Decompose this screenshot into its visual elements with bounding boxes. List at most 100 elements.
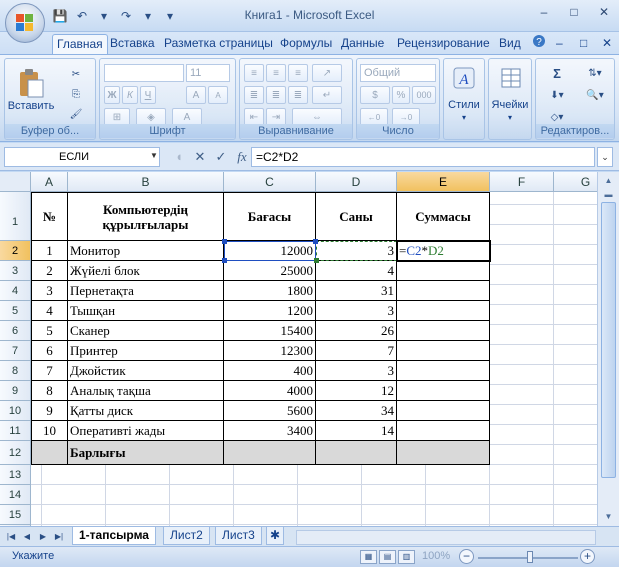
- name-box-dropdown-icon[interactable]: ▼: [150, 151, 158, 160]
- horizontal-scrollbar[interactable]: [296, 530, 596, 545]
- column-header-c[interactable]: C: [224, 172, 316, 192]
- shrink-font-button[interactable]: A: [208, 86, 228, 104]
- sort-filter-icon[interactable]: ⇅▾: [578, 64, 612, 82]
- fill-icon[interactable]: ⬇▾: [540, 86, 574, 104]
- cell-number[interactable]: 4: [31, 301, 68, 321]
- sheet-tab-3[interactable]: Лист3: [215, 527, 262, 545]
- cell-device[interactable]: Аналық тақша: [68, 381, 224, 401]
- row-header-6[interactable]: 6: [0, 321, 31, 341]
- zoom-out-icon[interactable]: −: [459, 549, 474, 564]
- row-header-10[interactable]: 10: [0, 401, 31, 421]
- ribbon-restore-icon[interactable]: □: [576, 34, 591, 54]
- cell-device[interactable]: Монитор: [68, 241, 224, 261]
- cells-icon[interactable]: [495, 63, 527, 93]
- styles-label[interactable]: Стили: [444, 99, 484, 111]
- align-center-icon[interactable]: ≣: [266, 86, 286, 104]
- last-sheet-icon[interactable]: ▶|: [52, 530, 66, 544]
- cell-quantity[interactable]: 26: [316, 321, 397, 341]
- vertical-scroll-thumb[interactable]: [601, 202, 616, 478]
- cell-price[interactable]: 5600: [224, 401, 316, 421]
- minimize-button[interactable]: –: [533, 4, 555, 20]
- total-cell-a[interactable]: [31, 441, 68, 465]
- ribbon-minimize-icon[interactable]: –: [552, 34, 567, 54]
- row-header-9[interactable]: 9: [0, 381, 31, 401]
- grow-font-button[interactable]: A: [186, 86, 206, 104]
- tab-insert[interactable]: Вставка: [106, 34, 159, 54]
- tab-page-layout[interactable]: Разметка страницы: [160, 34, 277, 54]
- wrap-text-icon[interactable]: ↵: [312, 86, 342, 104]
- prev-sheet-icon[interactable]: ◀: [20, 530, 34, 544]
- column-header-d[interactable]: D: [316, 172, 397, 192]
- insert-function-icon[interactable]: fx: [233, 147, 251, 167]
- header-cell-devices[interactable]: Компьютердің құрылғылары: [68, 192, 224, 241]
- tab-formulas[interactable]: Формулы: [276, 34, 336, 54]
- sheet-tab-2[interactable]: Лист2: [163, 527, 210, 545]
- header-cell-sum[interactable]: Суммасы: [397, 192, 490, 241]
- cell-price[interactable]: 15400: [224, 321, 316, 341]
- page-layout-view-icon[interactable]: ▤: [379, 550, 396, 564]
- enter-icon[interactable]: ✓: [212, 147, 230, 167]
- maximize-button[interactable]: □: [563, 4, 585, 20]
- cell-sum[interactable]: [397, 321, 490, 341]
- cell-device[interactable]: Қатты диск: [68, 401, 224, 421]
- row-header-7[interactable]: 7: [0, 341, 31, 361]
- cell-number[interactable]: 6: [31, 341, 68, 361]
- header-cell-quantity[interactable]: Саны: [316, 192, 397, 241]
- cell-device[interactable]: Тышқан: [68, 301, 224, 321]
- copy-icon[interactable]: ⎘: [65, 85, 87, 103]
- header-cell-price[interactable]: Бағасы: [224, 192, 316, 241]
- row-header-11[interactable]: 11: [0, 421, 31, 441]
- split-box-icon[interactable]: ▬: [601, 188, 616, 202]
- font-size-combo[interactable]: 11: [186, 64, 230, 82]
- office-button[interactable]: [5, 3, 45, 43]
- autosum-button[interactable]: Σ: [540, 64, 574, 82]
- cell-price[interactable]: 400: [224, 361, 316, 381]
- cell-number[interactable]: 7: [31, 361, 68, 381]
- cell-price[interactable]: 1200: [224, 301, 316, 321]
- zoom-slider-thumb[interactable]: [527, 551, 533, 563]
- row-header-13[interactable]: 13: [0, 465, 31, 485]
- row-header-12[interactable]: 12: [0, 441, 31, 465]
- cell-number[interactable]: 9: [31, 401, 68, 421]
- cell-number[interactable]: 10: [31, 421, 68, 441]
- tab-home[interactable]: Главная: [52, 34, 108, 54]
- cell-sum[interactable]: [397, 361, 490, 381]
- column-header-g[interactable]: G: [554, 172, 597, 192]
- cell-device[interactable]: Принтер: [68, 341, 224, 361]
- cell-sum[interactable]: [397, 301, 490, 321]
- cell-quantity[interactable]: 12: [316, 381, 397, 401]
- cell-sum[interactable]: [397, 261, 490, 281]
- insert-sheet-icon[interactable]: ✱: [266, 527, 285, 545]
- cell-quantity[interactable]: 3: [316, 301, 397, 321]
- cell-quantity[interactable]: 34: [316, 401, 397, 421]
- align-left-icon[interactable]: ≣: [244, 86, 264, 104]
- cell-quantity[interactable]: 7: [316, 341, 397, 361]
- zoom-level[interactable]: 100%: [422, 550, 450, 562]
- tab-view[interactable]: Вид: [495, 34, 525, 54]
- cell-device[interactable]: Оперативті жады: [68, 421, 224, 441]
- tab-review[interactable]: Рецензирование: [393, 34, 494, 54]
- zoom-in-icon[interactable]: +: [580, 549, 595, 564]
- percent-button[interactable]: %: [392, 86, 410, 104]
- ribbon-close-icon[interactable]: ✕: [598, 34, 616, 54]
- row-header-2[interactable]: 2: [0, 241, 31, 261]
- cell-device[interactable]: Сканер: [68, 321, 224, 341]
- column-header-e[interactable]: E: [397, 172, 490, 192]
- orientation-icon[interactable]: ↗: [312, 64, 342, 82]
- cell-sum[interactable]: [397, 381, 490, 401]
- help-icon[interactable]: ?: [528, 34, 550, 54]
- row-header-3[interactable]: 3: [0, 261, 31, 281]
- cell-sum[interactable]: [397, 421, 490, 441]
- row-header-15[interactable]: 15: [0, 505, 31, 525]
- underline-button[interactable]: Ч: [140, 86, 156, 104]
- italic-button[interactable]: К: [122, 86, 138, 104]
- cells-label[interactable]: Ячейки: [489, 99, 531, 111]
- cell-number[interactable]: 8: [31, 381, 68, 401]
- cut-icon[interactable]: ✂: [65, 65, 87, 83]
- number-format-combo[interactable]: Общий: [360, 64, 436, 82]
- row-header-8[interactable]: 8: [0, 361, 31, 381]
- total-cell-e[interactable]: [397, 441, 490, 465]
- total-cell-d[interactable]: [316, 441, 397, 465]
- cell-sum[interactable]: [397, 281, 490, 301]
- cell-price[interactable]: 25000: [224, 261, 316, 281]
